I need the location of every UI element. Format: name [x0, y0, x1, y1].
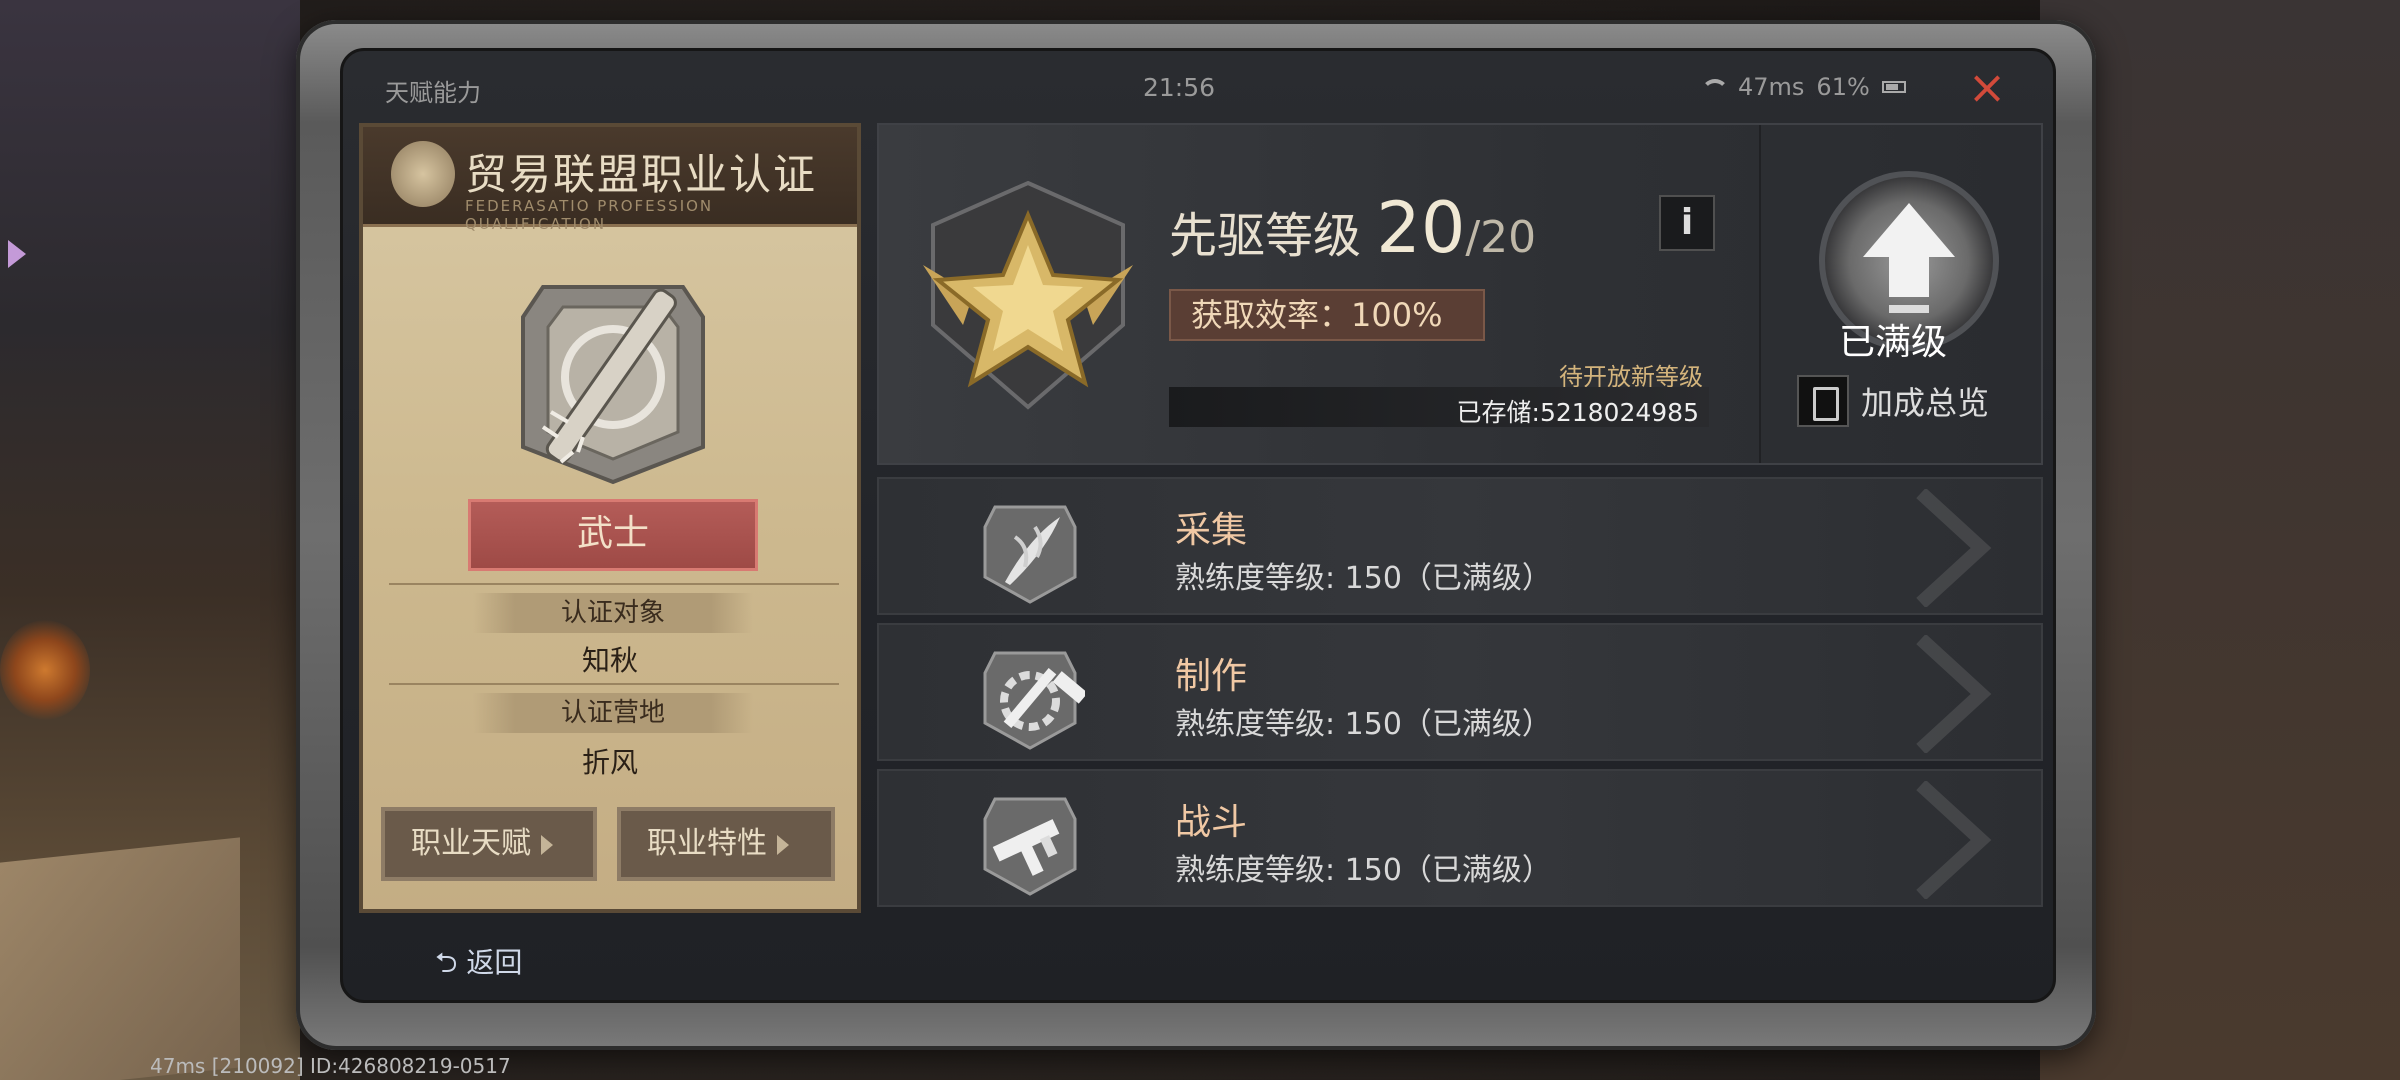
leaf-icon [983, 505, 1077, 604]
bonus-summary-button[interactable]: 加成总览 [1797, 375, 1989, 427]
star-rank-badge-icon [923, 180, 1133, 410]
back-button[interactable]: ⮌ 返回 [435, 941, 522, 990]
document-icon [1797, 375, 1849, 427]
status-bar: 天赋能力 21:56 47ms 61% × [343, 51, 2053, 110]
wifi-icon [1698, 77, 1729, 97]
efficiency-badge: 获取效率：100% [1169, 289, 1485, 341]
tablet-screen: 天赋能力 21:56 47ms 61% × 贸易联盟职业认证 FEDERASAT… [340, 48, 2056, 1003]
play-arrow-icon [541, 834, 553, 855]
play-arrow-icon [777, 834, 789, 855]
status-indicators: 47ms 61% [1698, 73, 1906, 101]
hammer-gear-icon [983, 651, 1085, 750]
back-label: 返回 [466, 946, 523, 979]
bonus-summary-label: 加成总览 [1861, 384, 1990, 422]
pioneer-level-value: 20 [1376, 187, 1466, 269]
skill-desc: 熟练度等级: 150（已满级） [1175, 707, 1552, 742]
job-name-badge: 武士 [468, 499, 758, 571]
pioneer-level-max: /20 [1465, 212, 1537, 263]
divider [389, 683, 839, 685]
campfire-glow [0, 620, 90, 720]
chevron-right-icon [1916, 489, 1992, 607]
card-title: 贸易联盟职业认证 [465, 150, 818, 199]
card-header: 贸易联盟职业认证 FEDERASATIO PROFESSION QUALIFIC… [363, 127, 857, 233]
info-icon[interactable]: i [1659, 195, 1715, 251]
chevron-right-icon [1916, 635, 1992, 753]
profession-talent-button[interactable]: 职业天赋 [381, 807, 597, 881]
ping-text: 47ms [1738, 73, 1805, 101]
camp-label: 认证营地 [473, 693, 753, 733]
skill-desc: 熟练度等级: 150（已满级） [1175, 853, 1552, 888]
chevron-right-icon [1916, 781, 1992, 899]
skill-row-gathering[interactable]: 采集 熟练度等级: 150（已满级） [877, 477, 2043, 615]
debug-footer: 47ms [210092] ID:426808219-0517 [150, 1054, 511, 1078]
target-value: 知秋 [581, 644, 638, 677]
divider [389, 583, 839, 585]
card-subtitle: FEDERASATIO PROFESSION QUALIFICATION [465, 197, 714, 233]
stored-xp-bar: 已存储:5218024985 [1169, 387, 1709, 427]
spiked-bat-emblem-icon [521, 285, 705, 485]
background-crate [0, 837, 240, 1080]
skill-row-crafting[interactable]: 制作 熟练度等级: 150（已满级） [877, 623, 2043, 761]
pioneer-level-panel: 先驱等级 20/20 i 获取效率：100% 待开放新等级 已存储:521802… [877, 123, 2043, 465]
skill-name: 采集 [1175, 510, 1248, 551]
back-arrow-icon: ⮌ [435, 946, 467, 979]
skill-name: 战斗 [1175, 802, 1248, 843]
background-left [0, 0, 300, 1080]
battery-icon [1881, 81, 1906, 93]
side-expand-arrow-icon[interactable] [8, 240, 26, 268]
pioneer-level-title: 先驱等级 20/20 [1169, 187, 1536, 269]
skill-name: 制作 [1175, 656, 1248, 697]
gun-icon [983, 797, 1077, 896]
profession-trait-label: 职业特性 [647, 826, 767, 861]
clock: 21:56 [1143, 73, 1216, 102]
profession-trait-button[interactable]: 职业特性 [617, 807, 835, 881]
skill-desc: 熟练度等级: 150（已满级） [1175, 561, 1552, 596]
target-label: 认证对象 [473, 593, 753, 633]
mascot-logo-icon [391, 141, 455, 207]
panel-separator [1759, 125, 1761, 463]
battery-text: 61% [1816, 73, 1870, 101]
window-title: 天赋能力 [385, 79, 481, 107]
certification-card: 贸易联盟职业认证 FEDERASATIO PROFESSION QUALIFIC… [359, 123, 861, 913]
maxed-label: 已满级 [1839, 322, 1948, 363]
close-icon[interactable]: × [1967, 64, 2007, 110]
camp-value: 折风 [581, 746, 638, 779]
pioneer-label: 先驱等级 [1169, 208, 1362, 264]
skill-row-combat[interactable]: 战斗 熟练度等级: 150（已满级） [877, 769, 2043, 907]
profession-talent-label: 职业天赋 [411, 826, 531, 861]
stored-xp-text: 已存储:5218024985 [1456, 398, 1699, 427]
